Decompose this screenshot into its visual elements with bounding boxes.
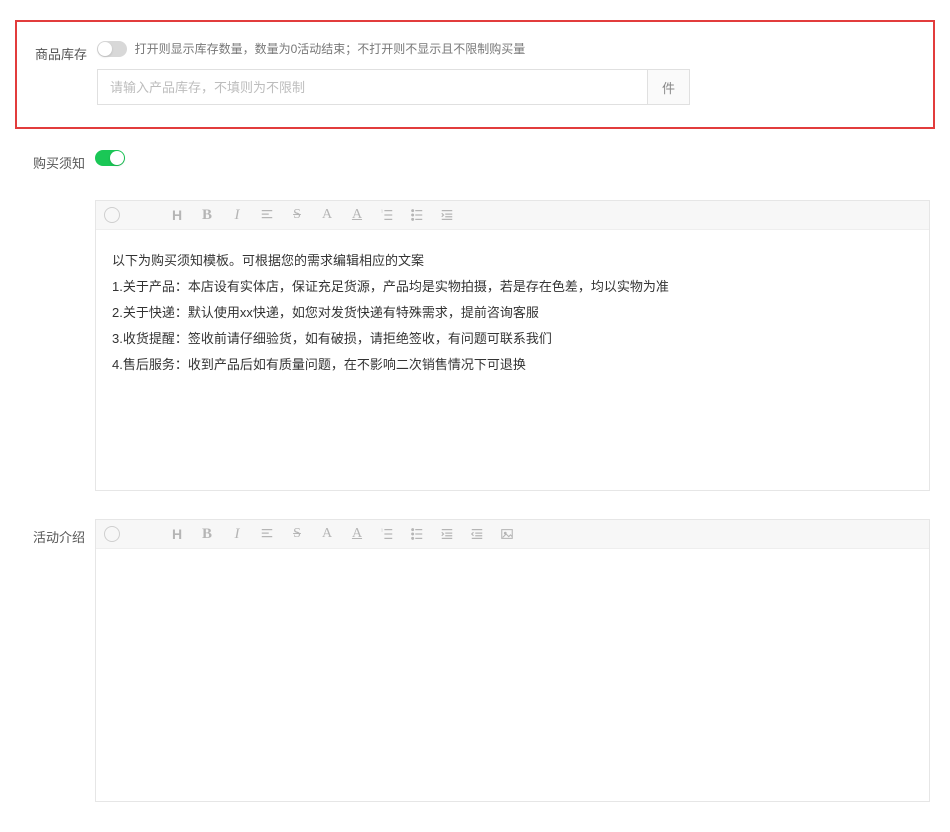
ordered-list-button[interactable]: 1 bbox=[380, 527, 394, 541]
stock-label: 商品库存 bbox=[17, 40, 87, 63]
unordered-list-button[interactable] bbox=[410, 527, 424, 541]
outdent-button[interactable] bbox=[470, 527, 484, 541]
bold-button[interactable]: B bbox=[200, 208, 214, 223]
stock-switch[interactable] bbox=[97, 41, 127, 57]
notice-intro: 以下为购买须知模板。可根据您的需求编辑相应的文案 bbox=[112, 248, 913, 274]
align-button[interactable] bbox=[260, 527, 274, 541]
indent-button[interactable] bbox=[440, 527, 454, 541]
notice-editor: H B I S A A 1 以下为购买须知模板 bbox=[95, 200, 930, 491]
stock-unit: 件 bbox=[648, 69, 690, 105]
image-icon[interactable] bbox=[500, 527, 514, 541]
italic-button[interactable]: I bbox=[230, 527, 244, 542]
editor-toolbar: H B I S A A 1 bbox=[96, 201, 929, 230]
notice-line: 4.售后服务：收到产品后如有质量问题，在不影响二次销售情况下可退换 bbox=[112, 352, 913, 378]
indent-button[interactable] bbox=[440, 208, 454, 222]
ordered-list-button[interactable]: 1 bbox=[380, 208, 394, 222]
unordered-list-button[interactable] bbox=[410, 208, 424, 222]
notice-switch[interactable] bbox=[95, 150, 125, 166]
emoji-icon[interactable] bbox=[104, 207, 120, 223]
fontcolor-button[interactable]: A bbox=[350, 208, 364, 222]
heading-button[interactable]: H bbox=[170, 208, 184, 222]
italic-button[interactable]: I bbox=[230, 208, 244, 223]
bold-button[interactable]: B bbox=[200, 527, 214, 542]
fontcolor-button[interactable]: A bbox=[350, 527, 364, 541]
stock-input[interactable] bbox=[97, 69, 648, 105]
align-button[interactable] bbox=[260, 208, 274, 222]
notice-line: 2.关于快递：默认使用xx快递，如您对发货快递有特殊需求，提前咨询客服 bbox=[112, 300, 913, 326]
fontsize-button[interactable]: A bbox=[320, 208, 334, 222]
svg-text:1: 1 bbox=[381, 527, 383, 532]
strike-button[interactable]: S bbox=[290, 527, 304, 541]
svg-text:1: 1 bbox=[381, 208, 383, 213]
activity-editor: H B I S A A 1 bbox=[95, 519, 930, 802]
notice-line: 3.收货提醒：签收前请仔细验货，如有破损，请拒绝签收，有问题可联系我们 bbox=[112, 326, 913, 352]
notice-label: 购买须知 bbox=[15, 149, 85, 172]
activity-label: 活动介绍 bbox=[15, 519, 85, 546]
heading-button[interactable]: H bbox=[170, 527, 184, 541]
stock-desc: 打开则显示库存数量，数量为0活动结束；不打开则不显示且不限制购买量 bbox=[135, 42, 526, 56]
notice-line: 1.关于产品：本店设有实体店，保证充足货源，产品均是实物拍摄，若是存在色差，均以… bbox=[112, 274, 913, 300]
activity-editor-body[interactable] bbox=[96, 549, 929, 801]
notice-editor-body[interactable]: 以下为购买须知模板。可根据您的需求编辑相应的文案 1.关于产品：本店设有实体店，… bbox=[96, 230, 929, 490]
editor-toolbar: H B I S A A 1 bbox=[96, 520, 929, 549]
emoji-icon[interactable] bbox=[104, 526, 120, 542]
strike-button[interactable]: S bbox=[290, 208, 304, 222]
fontsize-button[interactable]: A bbox=[320, 527, 334, 541]
